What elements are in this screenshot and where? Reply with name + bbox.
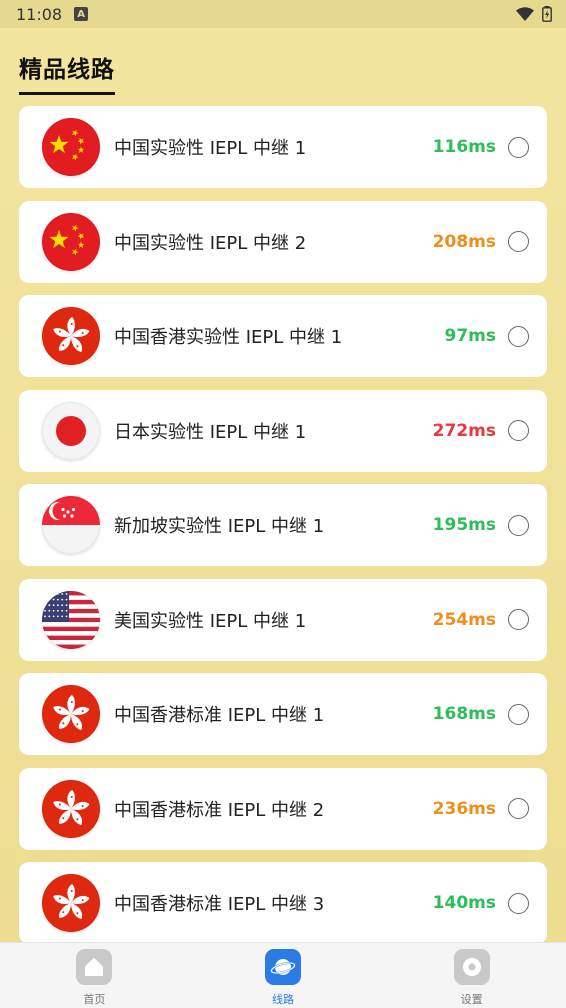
usa-flag-icon	[42, 590, 100, 649]
route-select-radio[interactable]	[508, 609, 529, 630]
route-select-radio[interactable]	[508, 892, 529, 914]
tab-planet[interactable]: 线路	[189, 943, 378, 1008]
wifi-icon	[516, 7, 534, 21]
tab-label: 线路	[272, 993, 294, 1006]
latency-value: 254ms	[432, 609, 496, 630]
route-name: 中国香港标准 IEPL 中继 1	[114, 705, 325, 726]
route-select-radio[interactable]	[508, 325, 529, 347]
route-card[interactable]: 中国香港实验性 IEPL 中继 1 97ms	[19, 295, 547, 377]
route-select-radio[interactable]	[508, 231, 529, 252]
japan-flag-icon	[42, 401, 100, 460]
route-name: 中国香港标准 IEPL 中继 2	[114, 799, 325, 821]
singapore-flag-icon	[42, 496, 100, 554]
route-card[interactable]: 中国实验性 IEPL 中继 2 208ms	[19, 200, 547, 283]
route-card[interactable]: 中国香港标准 IEPL 中继 1 168ms	[19, 673, 547, 755]
latency-value: 236ms	[432, 798, 496, 819]
status-time: 11:08	[16, 4, 63, 24]
latency-value: 208ms	[432, 231, 496, 252]
route-select-radio[interactable]	[508, 798, 529, 819]
china-flag-icon	[42, 212, 100, 271]
hong-kong-flag-icon	[42, 779, 100, 838]
latency-value: 116ms	[432, 137, 496, 157]
route-name: 中国实验性 IEPL 中继 2	[114, 232, 307, 254]
route-card[interactable]: 中国实验性 IEPL 中继 1 116ms	[19, 106, 547, 188]
route-select-radio[interactable]	[508, 703, 529, 725]
route-name: 中国香港标准 IEPL 中继 3	[114, 894, 325, 915]
route-name: 美国实验性 IEPL 中继 1	[114, 610, 307, 632]
page-title: 精品线路	[19, 50, 115, 95]
route-name: 新加坡实验性 IEPL 中继 1	[114, 516, 325, 537]
latency-value: 195ms	[432, 515, 496, 535]
settings-icon	[453, 949, 490, 985]
battery-icon	[542, 6, 552, 22]
route-name: 中国实验性 IEPL 中继 1	[114, 138, 307, 159]
route-card[interactable]: 中国香港标准 IEPL 中继 3 140ms	[19, 862, 547, 944]
status-bar: 11:08 A	[0, 0, 566, 28]
route-card[interactable]: 中国香港标准 IEPL 中继 2 236ms	[19, 767, 547, 850]
route-select-radio[interactable]	[508, 136, 529, 158]
route-name: 日本实验性 IEPL 中继 1	[114, 421, 307, 443]
tab-label: 首页	[83, 993, 106, 1006]
china-flag-icon	[42, 118, 100, 176]
tab-home[interactable]: 首页	[0, 943, 189, 1008]
hong-kong-flag-icon	[42, 307, 100, 365]
route-card[interactable]: 美国实验性 IEPL 中继 1 254ms	[19, 578, 547, 661]
latency-value: 168ms	[432, 704, 496, 724]
hong-kong-flag-icon	[42, 874, 100, 932]
bottom-tab-bar: 首页 线路 设置	[0, 942, 566, 1008]
planet-icon	[265, 949, 301, 985]
latency-value: 140ms	[432, 893, 496, 913]
latency-value: 272ms	[432, 420, 496, 441]
tab-settings[interactable]: 设置	[377, 943, 566, 1008]
route-name: 中国香港实验性 IEPL 中继 1	[114, 327, 343, 348]
home-icon	[76, 949, 113, 985]
route-select-radio[interactable]	[508, 420, 529, 441]
route-card[interactable]: 新加坡实验性 IEPL 中继 1 195ms	[19, 484, 547, 566]
notification-a-icon: A	[74, 7, 89, 21]
hong-kong-flag-icon	[42, 685, 100, 743]
route-select-radio[interactable]	[508, 514, 529, 536]
latency-value: 97ms	[444, 326, 497, 346]
route-card[interactable]: 日本实验性 IEPL 中继 1 272ms	[19, 389, 547, 472]
tab-label: 设置	[460, 993, 483, 1006]
